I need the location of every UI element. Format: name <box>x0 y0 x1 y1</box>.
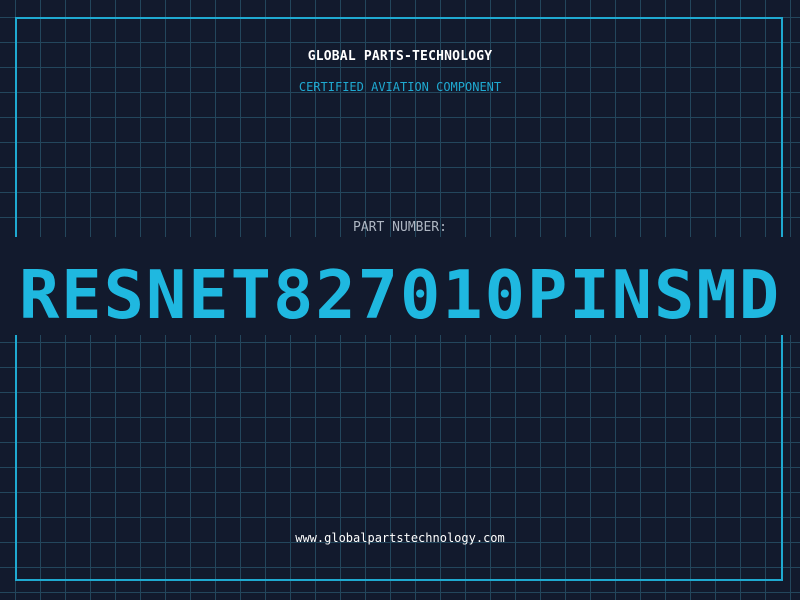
part-number-label: PART NUMBER: <box>353 220 447 235</box>
website-url: www.globalpartstechnology.com <box>295 531 505 545</box>
certification-tagline: CERTIFIED AVIATION COMPONENT <box>298 80 502 94</box>
company-name: GLOBAL PARTS-TECHNOLOGY <box>307 49 493 64</box>
part-number-value: RESNET827010PINSMD <box>18 256 782 334</box>
product-label: GLOBAL PARTS-TECHNOLOGY CERTIFIED AVIATI… <box>0 0 800 600</box>
